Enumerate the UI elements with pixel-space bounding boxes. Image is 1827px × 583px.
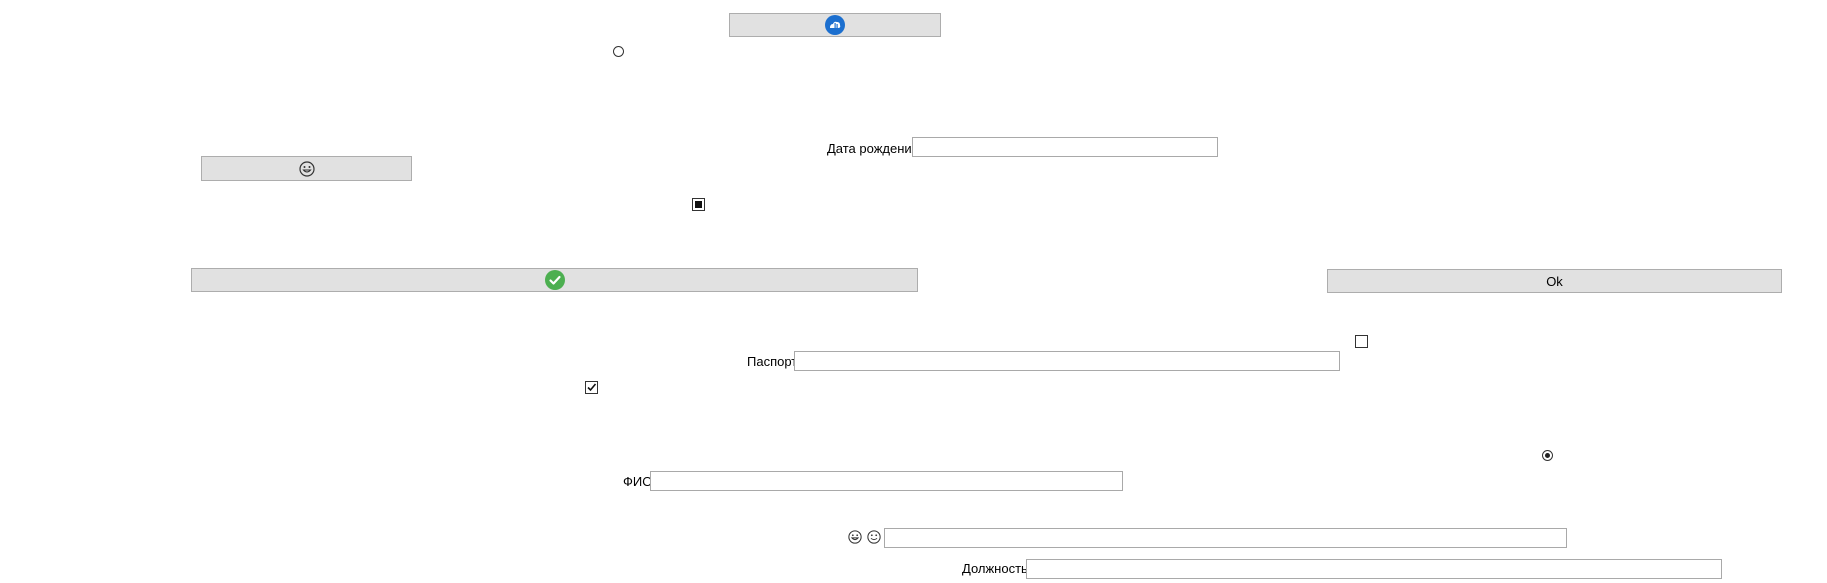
checkmark-icon [544,270,565,290]
passport-label: Паспорт [747,354,798,369]
checkbox-indeterminate[interactable] [692,198,705,211]
radio-option-top[interactable] [613,46,624,57]
emoji-input[interactable] [884,528,1567,548]
ok-button-label: Ok [1546,273,1563,289]
checkbox-unchecked[interactable] [1355,335,1368,348]
grinning-face-icon [298,160,315,177]
ok-button[interactable]: Ok [1327,269,1782,293]
position-input[interactable] [1026,559,1722,579]
birth-date-input[interactable] [912,137,1218,157]
passport-input[interactable] [794,351,1340,371]
fio-label: ФИО [623,474,653,489]
smiling-face-icon [867,530,881,544]
grinning-face-icon [848,530,862,544]
emoji-button[interactable] [201,156,412,181]
cloud-upload-icon [825,15,845,35]
radio-option-selected[interactable] [1542,450,1553,461]
fio-input[interactable] [650,471,1123,491]
confirm-button[interactable] [191,268,918,292]
cloud-button[interactable] [729,13,941,37]
position-label: Должность [962,561,1028,576]
check-mark-icon [587,383,597,392]
birth-date-label: Дата рождения [827,141,919,156]
checkbox-checked[interactable] [585,381,598,394]
